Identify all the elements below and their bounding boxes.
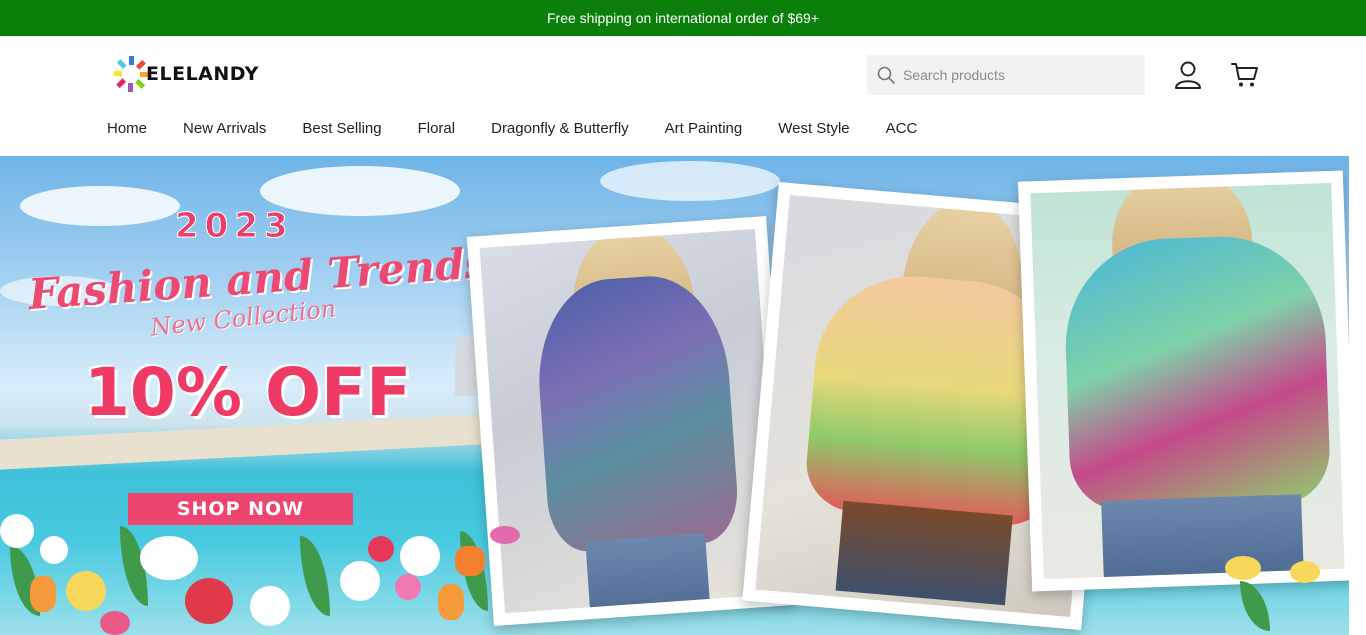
logo[interactable]: ELELANDY xyxy=(114,54,259,94)
model-jeans xyxy=(585,533,711,614)
flower xyxy=(1225,556,1261,580)
hero-year: 2023 xyxy=(175,206,294,247)
nav-item-home[interactable]: Home xyxy=(107,120,147,142)
search-icon[interactable] xyxy=(877,66,895,84)
site-header: ELELANDY Home New Arrivals Best Selling … xyxy=(0,36,1366,156)
announcement-bar: Free shipping on international order of … xyxy=(0,0,1366,36)
cloud xyxy=(600,161,780,201)
product-photo-image xyxy=(1030,182,1345,580)
product-photo xyxy=(1017,170,1349,592)
model-jeans xyxy=(835,500,1013,606)
decorative-flowers xyxy=(0,506,560,635)
flower xyxy=(490,526,520,544)
flower xyxy=(455,546,485,576)
flower xyxy=(140,536,198,580)
flower xyxy=(185,578,233,624)
nav-item-best-selling[interactable]: Best Selling xyxy=(302,120,381,142)
nav-item-acc[interactable]: ACC xyxy=(886,120,918,142)
hero-banner[interactable]: 2023 Fashion and Trends New Collection 1… xyxy=(0,156,1349,635)
main-nav: Home New Arrivals Best Selling Floral Dr… xyxy=(107,120,953,142)
nav-item-art-painting[interactable]: Art Painting xyxy=(665,120,743,142)
floral-shirt xyxy=(1062,233,1332,513)
leaf xyxy=(1240,581,1270,631)
flower xyxy=(0,514,34,548)
search-input[interactable] xyxy=(903,67,1143,83)
user-icon[interactable] xyxy=(1174,60,1202,90)
model-jeans xyxy=(1101,494,1304,580)
flower xyxy=(100,611,130,635)
nav-item-dragonfly-butterfly[interactable]: Dragonfly & Butterfly xyxy=(491,120,629,142)
flower xyxy=(1290,561,1320,583)
flower xyxy=(66,571,106,611)
flower xyxy=(340,561,380,601)
leaf xyxy=(300,536,330,616)
nav-item-new-arrivals[interactable]: New Arrivals xyxy=(183,120,266,142)
flower xyxy=(438,584,464,620)
hero-offer: 10% OFF xyxy=(84,354,412,431)
nav-item-west-style[interactable]: West Style xyxy=(778,120,849,142)
announcement-text: Free shipping on international order of … xyxy=(546,10,819,26)
flower xyxy=(400,536,440,576)
flower xyxy=(395,574,421,600)
logo-mark-icon xyxy=(114,56,149,92)
cloud xyxy=(20,186,180,226)
nav-item-floral[interactable]: Floral xyxy=(418,120,456,142)
flower xyxy=(30,576,56,612)
flower xyxy=(368,536,394,562)
logo-text: ELELANDY xyxy=(146,63,259,85)
cart-icon[interactable] xyxy=(1230,61,1260,89)
search-box[interactable] xyxy=(867,55,1145,95)
flower xyxy=(40,536,68,564)
flower xyxy=(250,586,290,626)
floral-shirt xyxy=(532,271,741,554)
